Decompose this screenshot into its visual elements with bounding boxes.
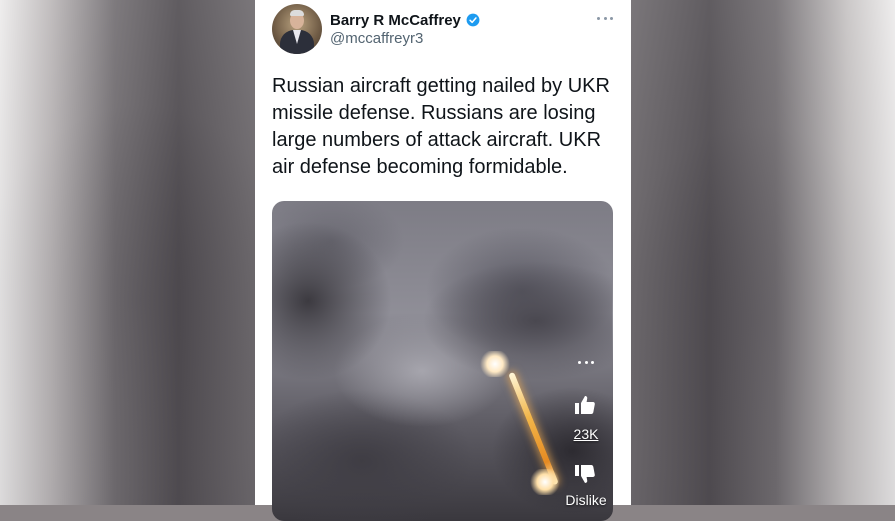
dislike-label[interactable]: Dislike (558, 492, 613, 508)
verified-badge-icon (466, 13, 480, 27)
author-handle[interactable]: @mccaffreyr3 (330, 30, 423, 47)
more-options-icon[interactable] (597, 8, 613, 28)
video-menu-icon[interactable] (578, 359, 594, 365)
explosion-flash-lower (530, 469, 560, 495)
author-name[interactable]: Barry R McCaffrey (330, 12, 461, 29)
author-row: Barry R McCaffrey (330, 10, 480, 30)
tweet-card: Barry R McCaffrey @mccaffreyr3 Russian a… (255, 0, 631, 521)
blurred-background-right (630, 0, 895, 505)
tweet-text: Russian aircraft getting nailed by UKR m… (272, 75, 610, 178)
explosion-flash (480, 351, 510, 377)
thumbs-down-icon[interactable] (572, 462, 598, 486)
blurred-background-left (0, 0, 255, 505)
like-count[interactable]: 23K (564, 426, 608, 442)
thumbs-up-icon[interactable] (572, 393, 598, 417)
tweet-video[interactable]: 23K Dislike (272, 201, 613, 521)
avatar[interactable] (272, 4, 322, 54)
